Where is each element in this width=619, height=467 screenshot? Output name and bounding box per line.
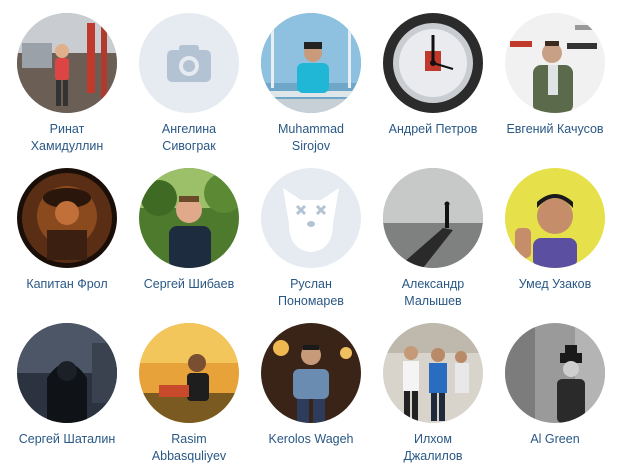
- friend-name-line: Александр: [401, 277, 465, 291]
- friend-name[interactable]: Андрей Петров: [372, 121, 494, 138]
- friend-avatar[interactable]: [505, 13, 605, 113]
- friend-name-line: Андрей Петров: [388, 122, 478, 136]
- friend-avatar[interactable]: [383, 13, 483, 113]
- friend-name-line: Джалилов: [403, 449, 463, 463]
- friends-grid: Ринат Хамидуллин Ангелина Сивограк Muham…: [0, 0, 619, 467]
- friend-name-line: Капитан Фрол: [26, 277, 108, 291]
- friend-card[interactable]: Rasim Abbasquliyev: [128, 323, 250, 465]
- friend-card[interactable]: Сергей Шаталин: [6, 323, 128, 448]
- friend-name[interactable]: Руслан Пономарев: [250, 276, 372, 310]
- group-photo: [383, 323, 483, 423]
- friend-avatar[interactable]: [139, 323, 239, 423]
- friend-card[interactable]: Умед Узаков: [494, 168, 616, 293]
- friend-name-line: Сергей Шаталин: [18, 432, 116, 446]
- friend-name[interactable]: Умед Узаков: [494, 276, 616, 293]
- friend-name[interactable]: Александр Малышев: [372, 276, 494, 310]
- friend-name-line: Ринат: [49, 122, 85, 136]
- friend-name-line: Евгений Качусов: [506, 122, 604, 136]
- deleted-dog-icon: [261, 168, 361, 268]
- friend-card[interactable]: Андрей Петров: [372, 13, 494, 138]
- friend-avatar[interactable]: [505, 168, 605, 268]
- friend-name[interactable]: Ангелина Сивограк: [128, 121, 250, 155]
- dark-art-photo: [17, 168, 117, 268]
- hooded-figure-photo: [17, 323, 117, 423]
- friend-name-line: Малышев: [404, 294, 462, 308]
- friend-name-line: Ангелина: [161, 122, 217, 136]
- yellow-selfie-photo: [505, 168, 605, 268]
- friend-name-line: Сивограк: [162, 139, 216, 153]
- friend-name[interactable]: Сергей Шибаев: [128, 276, 250, 293]
- pier-photo: [383, 168, 483, 268]
- press-wall-photo: [505, 13, 605, 113]
- friend-card[interactable]: Руслан Пономарев: [250, 168, 372, 310]
- friend-name[interactable]: Капитан Фрол: [6, 276, 128, 293]
- clock-photo: [383, 13, 483, 113]
- friend-card[interactable]: Илхом Джалилов: [372, 323, 494, 465]
- friend-avatar[interactable]: [17, 323, 117, 423]
- friend-card[interactable]: Muhammad Sirojov: [250, 13, 372, 155]
- friend-avatar[interactable]: [261, 168, 361, 268]
- friend-name-line: Илхом: [414, 432, 452, 446]
- friend-card[interactable]: Ангелина Сивограк: [128, 13, 250, 155]
- friend-card[interactable]: Капитан Фрол: [6, 168, 128, 293]
- friend-name-line: Умед Узаков: [518, 277, 592, 291]
- friend-card[interactable]: Евгений Качусов: [494, 13, 616, 138]
- friend-card[interactable]: Kerolos Wageh: [250, 323, 372, 448]
- friend-name[interactable]: Ринат Хамидуллин: [6, 121, 128, 155]
- friend-name-line: Abbasquliyev: [151, 449, 227, 463]
- friend-name-line: Сергей Шибаев: [143, 277, 235, 291]
- friend-avatar[interactable]: [505, 323, 605, 423]
- friend-name-line: Пономарев: [278, 294, 344, 308]
- night-street-photo: [261, 323, 361, 423]
- friend-name-line: Руслан: [290, 277, 332, 291]
- friend-avatar[interactable]: [261, 13, 361, 113]
- park-photo: [139, 168, 239, 268]
- friend-name[interactable]: Rasim Abbasquliyev: [128, 431, 250, 465]
- friend-card[interactable]: Al Green: [494, 323, 616, 448]
- camera-placeholder-icon: [139, 13, 239, 113]
- bw-man-photo: [505, 323, 605, 423]
- friend-card[interactable]: Ринат Хамидуллин: [6, 13, 128, 155]
- friend-avatar[interactable]: [383, 168, 483, 268]
- friend-name[interactable]: Сергей Шаталин: [6, 431, 128, 448]
- friend-name[interactable]: Евгений Качусов: [494, 121, 616, 138]
- friend-name-line: Muhammad: [278, 122, 344, 136]
- friend-avatar[interactable]: [17, 13, 117, 113]
- friend-card[interactable]: Александр Малышев: [372, 168, 494, 310]
- friend-avatar[interactable]: [261, 323, 361, 423]
- friend-name[interactable]: Muhammad Sirojov: [250, 121, 372, 155]
- friend-name-line: Al Green: [530, 432, 580, 446]
- friend-name-line: Kerolos Wageh: [268, 432, 354, 446]
- sunset-photo: [139, 323, 239, 423]
- friend-name[interactable]: Kerolos Wageh: [250, 431, 372, 448]
- friend-card[interactable]: Сергей Шибаев: [128, 168, 250, 293]
- friend-avatar[interactable]: [139, 13, 239, 113]
- window-photo: [261, 13, 361, 113]
- friend-avatar[interactable]: [139, 168, 239, 268]
- friend-name-line: Хамидуллин: [30, 139, 104, 153]
- friend-avatar[interactable]: [383, 323, 483, 423]
- friend-name[interactable]: Илхом Джалилов: [372, 431, 494, 465]
- friend-name-line: Rasim: [171, 432, 207, 446]
- gym-photo: [17, 13, 117, 113]
- friend-name-line: Sirojov: [291, 139, 331, 153]
- friend-avatar[interactable]: [17, 168, 117, 268]
- friend-name[interactable]: Al Green: [494, 431, 616, 448]
